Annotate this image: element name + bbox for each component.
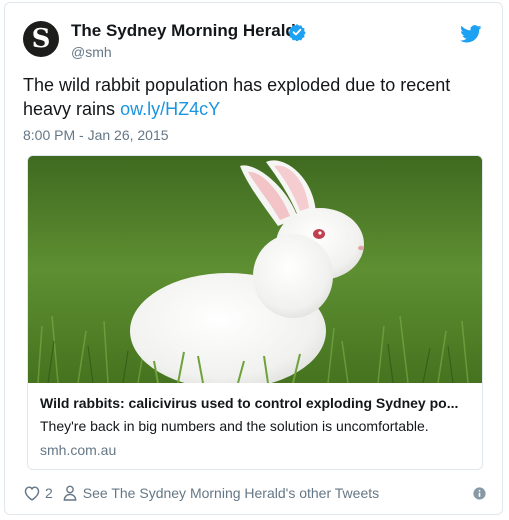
card-domain: smh.com.au bbox=[40, 442, 117, 458]
person-icon bbox=[63, 485, 77, 501]
tweet-link[interactable]: ow.ly/HZ4cY bbox=[120, 99, 220, 119]
link-card[interactable]: Wild rabbits: calicivirus used to contro… bbox=[27, 155, 483, 470]
card-title[interactable]: Wild rabbits: calicivirus used to contro… bbox=[40, 395, 470, 411]
avatar-letter: S bbox=[31, 24, 51, 54]
account-name[interactable]: The Sydney Morning Herald bbox=[71, 21, 296, 41]
tweet-body: The wild rabbit population has exploded … bbox=[23, 75, 451, 119]
tweet-footer: 2 See The Sydney Morning Herald's other … bbox=[23, 485, 379, 501]
info-icon[interactable] bbox=[473, 487, 486, 500]
avatar[interactable]: S bbox=[23, 21, 59, 57]
tweet-text: The wild rabbit population has exploded … bbox=[23, 73, 483, 121]
card-image[interactable] bbox=[28, 156, 482, 383]
see-other-tweets-link[interactable]: See The Sydney Morning Herald's other Tw… bbox=[83, 485, 379, 501]
heart-icon[interactable] bbox=[23, 485, 41, 501]
account-handle[interactable]: @smh bbox=[71, 44, 112, 60]
verified-badge-icon bbox=[288, 24, 306, 41]
like-count[interactable]: 2 bbox=[45, 485, 53, 501]
tweet-timestamp[interactable]: 8:00 PM - Jan 26, 2015 bbox=[23, 127, 169, 143]
twitter-bird-icon[interactable] bbox=[460, 25, 482, 43]
rabbit-image bbox=[28, 156, 482, 383]
embedded-tweet: S The Sydney Morning Herald @smh The wil… bbox=[4, 2, 503, 515]
card-description: They're back in big numbers and the solu… bbox=[40, 418, 429, 434]
